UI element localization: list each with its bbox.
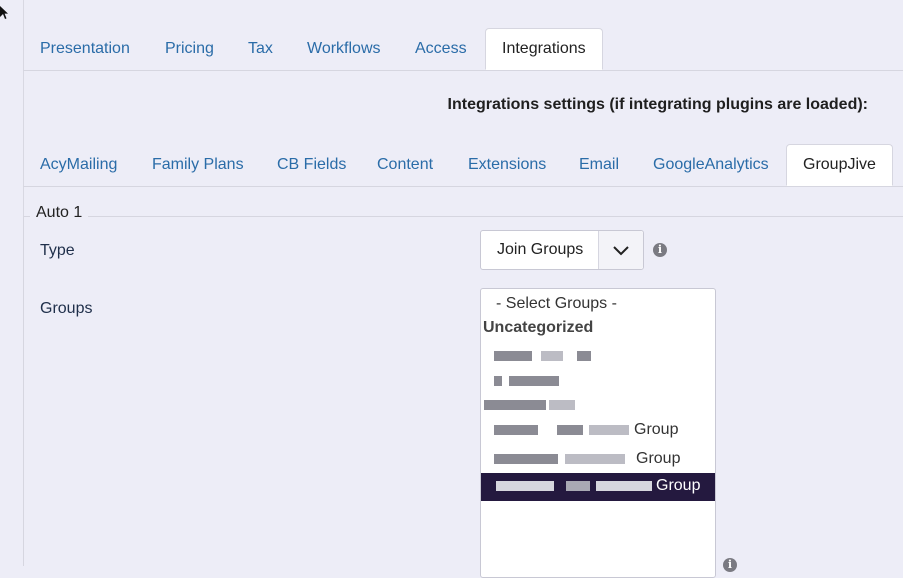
- tab-googleanalytics[interactable]: GoogleAnalytics: [653, 144, 769, 186]
- tab-access[interactable]: Access: [415, 28, 467, 70]
- tab-pricing[interactable]: Pricing: [165, 28, 214, 70]
- tab-acymailing[interactable]: AcyMailing: [40, 144, 117, 186]
- tab-content[interactable]: Content: [377, 144, 433, 186]
- groups-multiselect[interactable]: - Select Groups - Uncategorized Group Gr…: [480, 288, 716, 578]
- select-toggle[interactable]: [598, 231, 643, 269]
- integrations-heading: Integrations settings (if integrating pl…: [447, 96, 868, 113]
- mouse-cursor-icon: [0, 6, 8, 19]
- fieldset-border-left: [23, 216, 24, 566]
- optgroup-uncategorized: Uncategorized: [483, 319, 594, 336]
- tab-family-plans[interactable]: Family Plans: [152, 144, 244, 186]
- tab-groupjive[interactable]: GroupJive: [786, 144, 893, 186]
- tab-integrations[interactable]: Integrations: [485, 28, 603, 70]
- fieldset-border: [23, 216, 903, 217]
- list-item[interactable]: [481, 367, 715, 395]
- list-item[interactable]: [481, 342, 715, 370]
- list-item-selected[interactable]: Group: [481, 473, 715, 501]
- info-icon[interactable]: i: [723, 558, 737, 572]
- tab-workflows[interactable]: Workflows: [307, 28, 381, 70]
- tab-cb-fields[interactable]: CB Fields: [277, 144, 346, 186]
- list-item[interactable]: [481, 392, 715, 420]
- info-icon[interactable]: i: [653, 243, 667, 257]
- groups-label: Groups: [40, 300, 93, 317]
- list-item[interactable]: Group: [481, 417, 715, 445]
- tab-presentation[interactable]: Presentation: [40, 28, 130, 70]
- main-tab-bar: Presentation Pricing Tax Workflows Acces…: [23, 28, 903, 71]
- tab-tax[interactable]: Tax: [248, 28, 273, 70]
- type-select[interactable]: Join Groups: [480, 230, 644, 270]
- list-item[interactable]: Group: [481, 446, 715, 474]
- chevron-down-icon: [613, 246, 629, 256]
- integration-tab-bar: AcyMailing Family Plans CB Fields Conten…: [23, 144, 903, 187]
- type-select-value: Join Groups: [497, 241, 584, 258]
- tab-email[interactable]: Email: [579, 144, 619, 186]
- type-label: Type: [40, 242, 75, 259]
- fieldset-legend: Auto 1: [30, 204, 89, 222]
- tab-extensions[interactable]: Extensions: [468, 144, 546, 186]
